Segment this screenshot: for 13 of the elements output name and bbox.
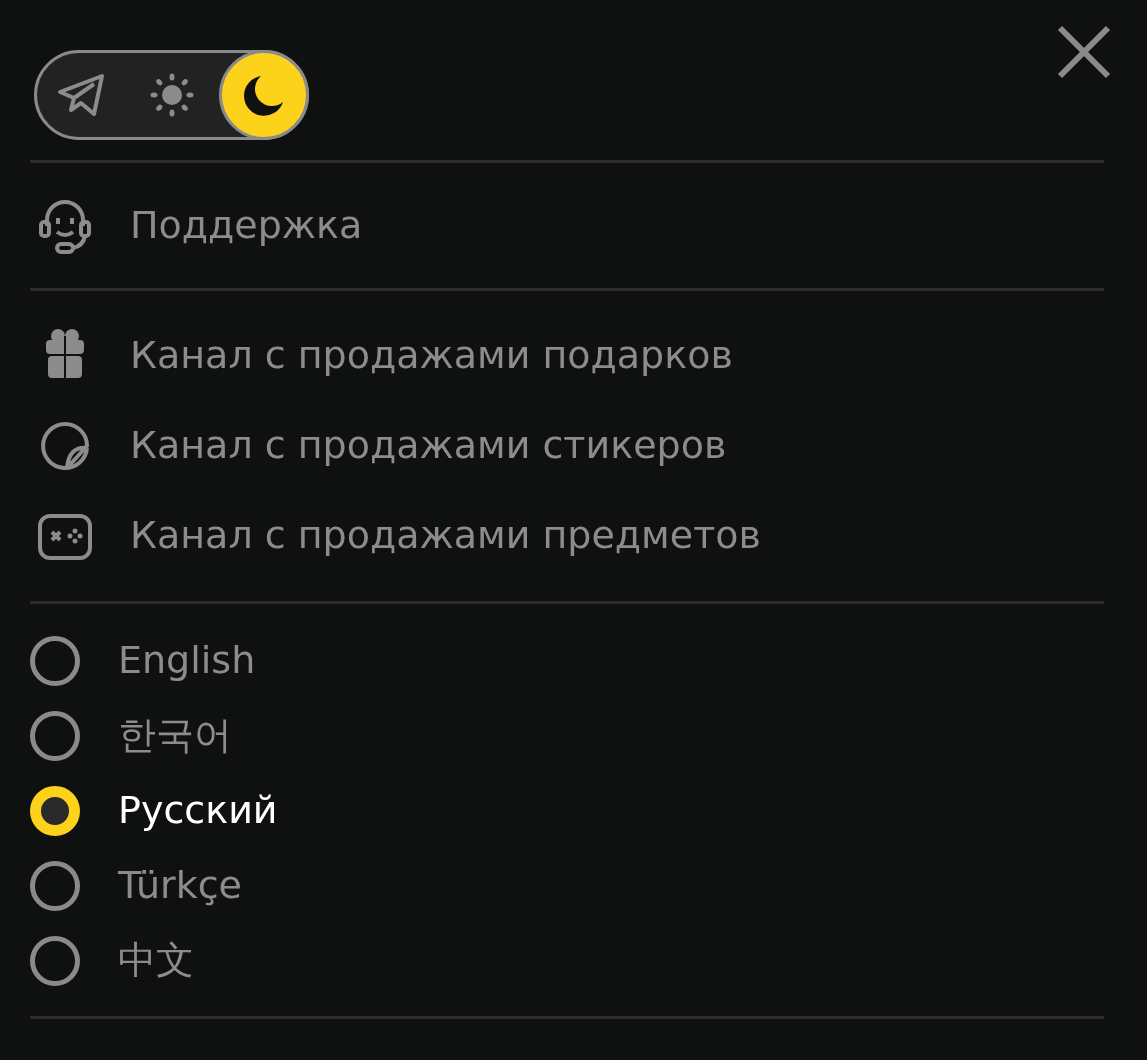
channel-link[interactable]: Канал с продажами предметов (130, 513, 761, 559)
radio-button[interactable] (30, 710, 80, 761)
radio-button[interactable] (30, 635, 80, 686)
radio-button[interactable] (30, 935, 80, 986)
channel-link[interactable]: Канал с продажами подарков (130, 333, 733, 379)
channel-link[interactable]: Канал с продажами стикеров (130, 423, 727, 469)
language-option[interactable]: English (118, 632, 256, 689)
language-option[interactable]: Русский (118, 782, 278, 839)
language-option[interactable]: 中文 (118, 932, 194, 989)
language-option[interactable]: Türkçe (118, 857, 242, 914)
radio-button[interactable] (30, 860, 80, 911)
support-link[interactable]: Поддержка (130, 202, 363, 249)
language-option[interactable]: 한국어 (118, 707, 232, 764)
